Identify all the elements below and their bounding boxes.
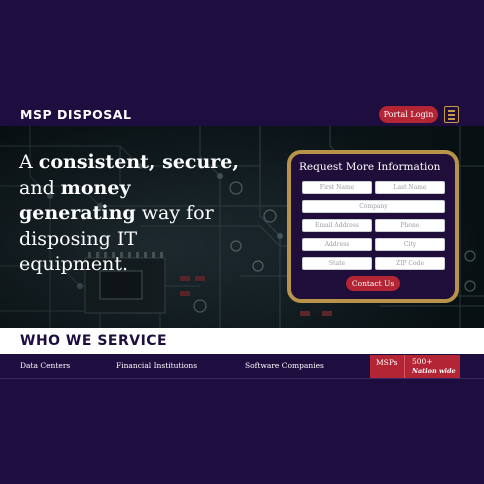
- hero-bold-text: money: [60, 176, 131, 199]
- last-name-field[interactable]: Last Name: [375, 181, 445, 194]
- service-item[interactable]: Data Centers: [20, 361, 70, 370]
- stat-sublabel: Nation wide: [412, 367, 456, 375]
- city-field[interactable]: City: [375, 238, 445, 251]
- section-title: WHO WE SERVICE: [20, 333, 168, 349]
- hero-bold-text: generating: [19, 202, 136, 224]
- hero-bold-text: consistent, secure,: [38, 151, 239, 173]
- hero-headline: A consistent, secure, and money generati…: [19, 150, 259, 278]
- contact-us-button[interactable]: Contact Us: [346, 276, 400, 291]
- hero-text: way for: [135, 202, 214, 224]
- service-item[interactable]: Software Companies: [245, 361, 324, 370]
- first-name-field[interactable]: First Name: [302, 181, 372, 194]
- top-band: [0, 0, 484, 98]
- stat-label: MSPs: [376, 358, 398, 367]
- hero-text: A: [19, 151, 39, 173]
- brand-logo[interactable]: MSP DISPOSAL: [20, 107, 131, 122]
- portal-login-button[interactable]: Portal Login: [379, 106, 438, 123]
- hero-text: equipment.: [19, 253, 129, 275]
- company-field[interactable]: Company: [302, 200, 445, 213]
- phone-field[interactable]: Phone: [375, 219, 445, 232]
- stat-value: 500+: [412, 357, 433, 366]
- email-field[interactable]: Email Address: [302, 219, 372, 232]
- service-item[interactable]: Financial Institutions: [116, 361, 197, 370]
- request-info-form: Request More Information First Name Last…: [287, 150, 459, 303]
- form-title: Request More Information: [299, 161, 441, 173]
- msp-stat-badge: MSPs 500+ Nation wide: [370, 355, 460, 378]
- hamburger-menu-icon[interactable]: [444, 106, 459, 123]
- hero-text: disposing IT: [19, 227, 138, 250]
- stat-divider: [404, 355, 405, 378]
- who-we-service-header: WHO WE SERVICE: [0, 328, 484, 354]
- address-field[interactable]: Address: [302, 238, 372, 251]
- hero-text: and: [19, 176, 61, 199]
- state-field[interactable]: State: [302, 257, 372, 270]
- zip-field[interactable]: ZIP Code: [375, 257, 445, 270]
